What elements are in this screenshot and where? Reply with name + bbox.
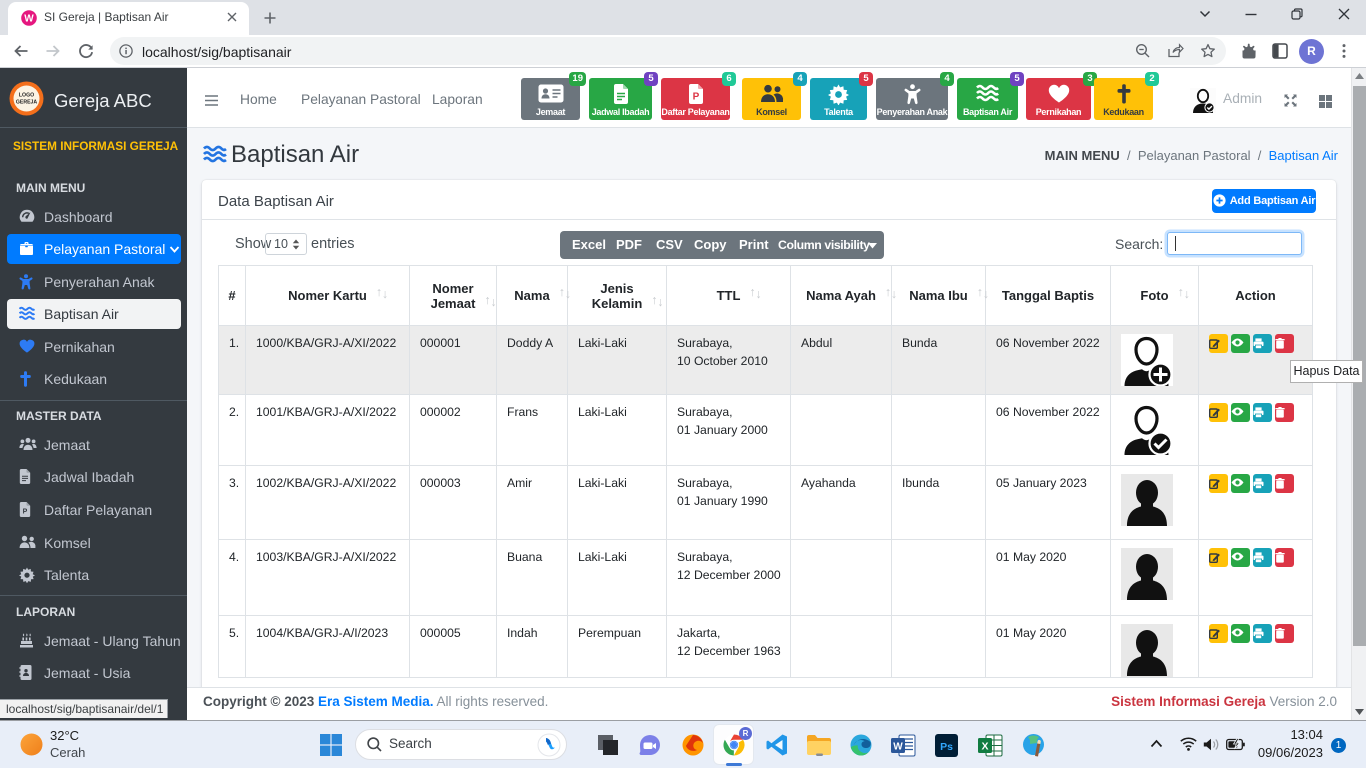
svg-text:W: W	[893, 742, 903, 753]
svg-text:LOGO: LOGO	[19, 93, 34, 99]
svg-text:W: W	[24, 14, 34, 25]
svg-text:P: P	[692, 92, 699, 103]
svg-text:Ps: Ps	[940, 741, 953, 753]
svg-text:X: X	[981, 741, 988, 753]
svg-text:P: P	[23, 509, 28, 516]
svg-text:GEREJA: GEREJA	[16, 100, 38, 106]
